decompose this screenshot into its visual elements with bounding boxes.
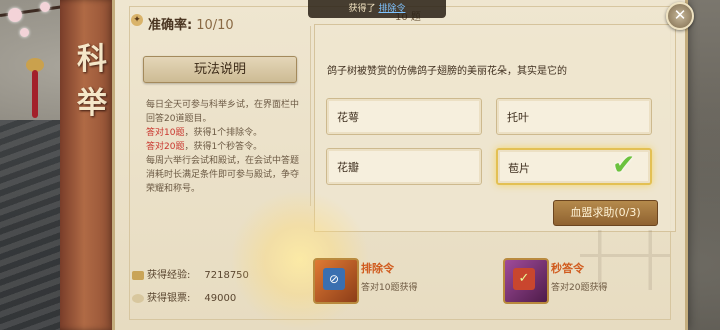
close-icon: ✕: [673, 6, 687, 24]
silver-icon: [132, 293, 144, 303]
scroll-title-char: 科: [77, 42, 107, 77]
silver-label: 获得银票:: [147, 293, 191, 304]
accuracy: 准确率: 10/10: [148, 14, 234, 33]
accuracy-value: 10/10: [196, 18, 234, 33]
question-text: 鸽子树被赞赏的仿佛鸽子翅膀的美丽花朵，其实是它的: [327, 66, 567, 77]
reward-desc: 答对10题获得: [361, 283, 418, 293]
exp-icon: [132, 270, 144, 280]
answer-option[interactable]: 花萼: [326, 98, 482, 135]
answer-option[interactable]: 花瓣: [326, 148, 482, 185]
blossom: [8, 8, 22, 22]
rules-button[interactable]: 玩法说明: [143, 56, 297, 83]
reward-item[interactable]: ⊘ 排除令 答对10题获得: [313, 258, 453, 304]
exp-value: 7218750: [204, 270, 249, 281]
rules-line: ，获得1个秒答令。: [184, 142, 263, 152]
scroll-title-char: 举: [77, 86, 107, 121]
token-glyph: ⊘: [323, 268, 345, 290]
reward-name: 秒答令: [551, 262, 584, 275]
rules-line: ，获得1个排除令。: [184, 128, 263, 138]
accuracy-label: 准确率:: [148, 18, 193, 33]
reward-name: 排除令: [361, 262, 394, 275]
close-button[interactable]: ✕: [666, 2, 694, 30]
guild-help-button[interactable]: 血盟求助(0/3): [553, 200, 658, 226]
correct-check-icon: ✔: [612, 148, 636, 181]
reward-toast: 获得了 排除令: [308, 0, 446, 18]
rules-text: 每日全天可参与科举乡试，在界面栏中回答20道题目。 答对10题，获得1个排除令。…: [146, 98, 306, 196]
silver-value: 49000: [204, 293, 237, 304]
lantern-tassel: [32, 70, 38, 118]
rules-line: 每周六举行会试和殿试，在会试中答题消耗时长满足条件即可参与殿试，争夺荣耀和称号。: [146, 156, 300, 194]
accuracy-icon: ✦: [131, 14, 143, 26]
exp-label: 获得经验:: [147, 270, 191, 281]
divider: [310, 26, 311, 206]
toast-prefix: 获得了: [348, 4, 376, 14]
answer-option[interactable]: 托叶: [496, 98, 652, 135]
reward-item[interactable]: ✓ 秒答令 答对20题获得: [503, 258, 643, 304]
reward-desc: 答对20题获得: [551, 283, 608, 293]
exp-stat: 获得经验: 7218750: [132, 266, 249, 281]
reward-condition-2: 答对20题: [146, 142, 185, 152]
blossom: [40, 2, 50, 12]
instant-answer-token-icon: ✓: [503, 258, 549, 304]
rules-line: 每日全天可参与科举乡试，在界面栏中回答20道题目。: [146, 100, 300, 124]
silver-stat: 获得银票: 49000: [132, 289, 236, 304]
token-glyph: ✓: [513, 268, 535, 290]
blossom: [20, 28, 29, 37]
toast-item-link[interactable]: 排除令: [378, 4, 405, 14]
reward-condition-1: 答对10题: [146, 128, 185, 138]
exclusion-token-icon: ⊘: [313, 258, 359, 304]
